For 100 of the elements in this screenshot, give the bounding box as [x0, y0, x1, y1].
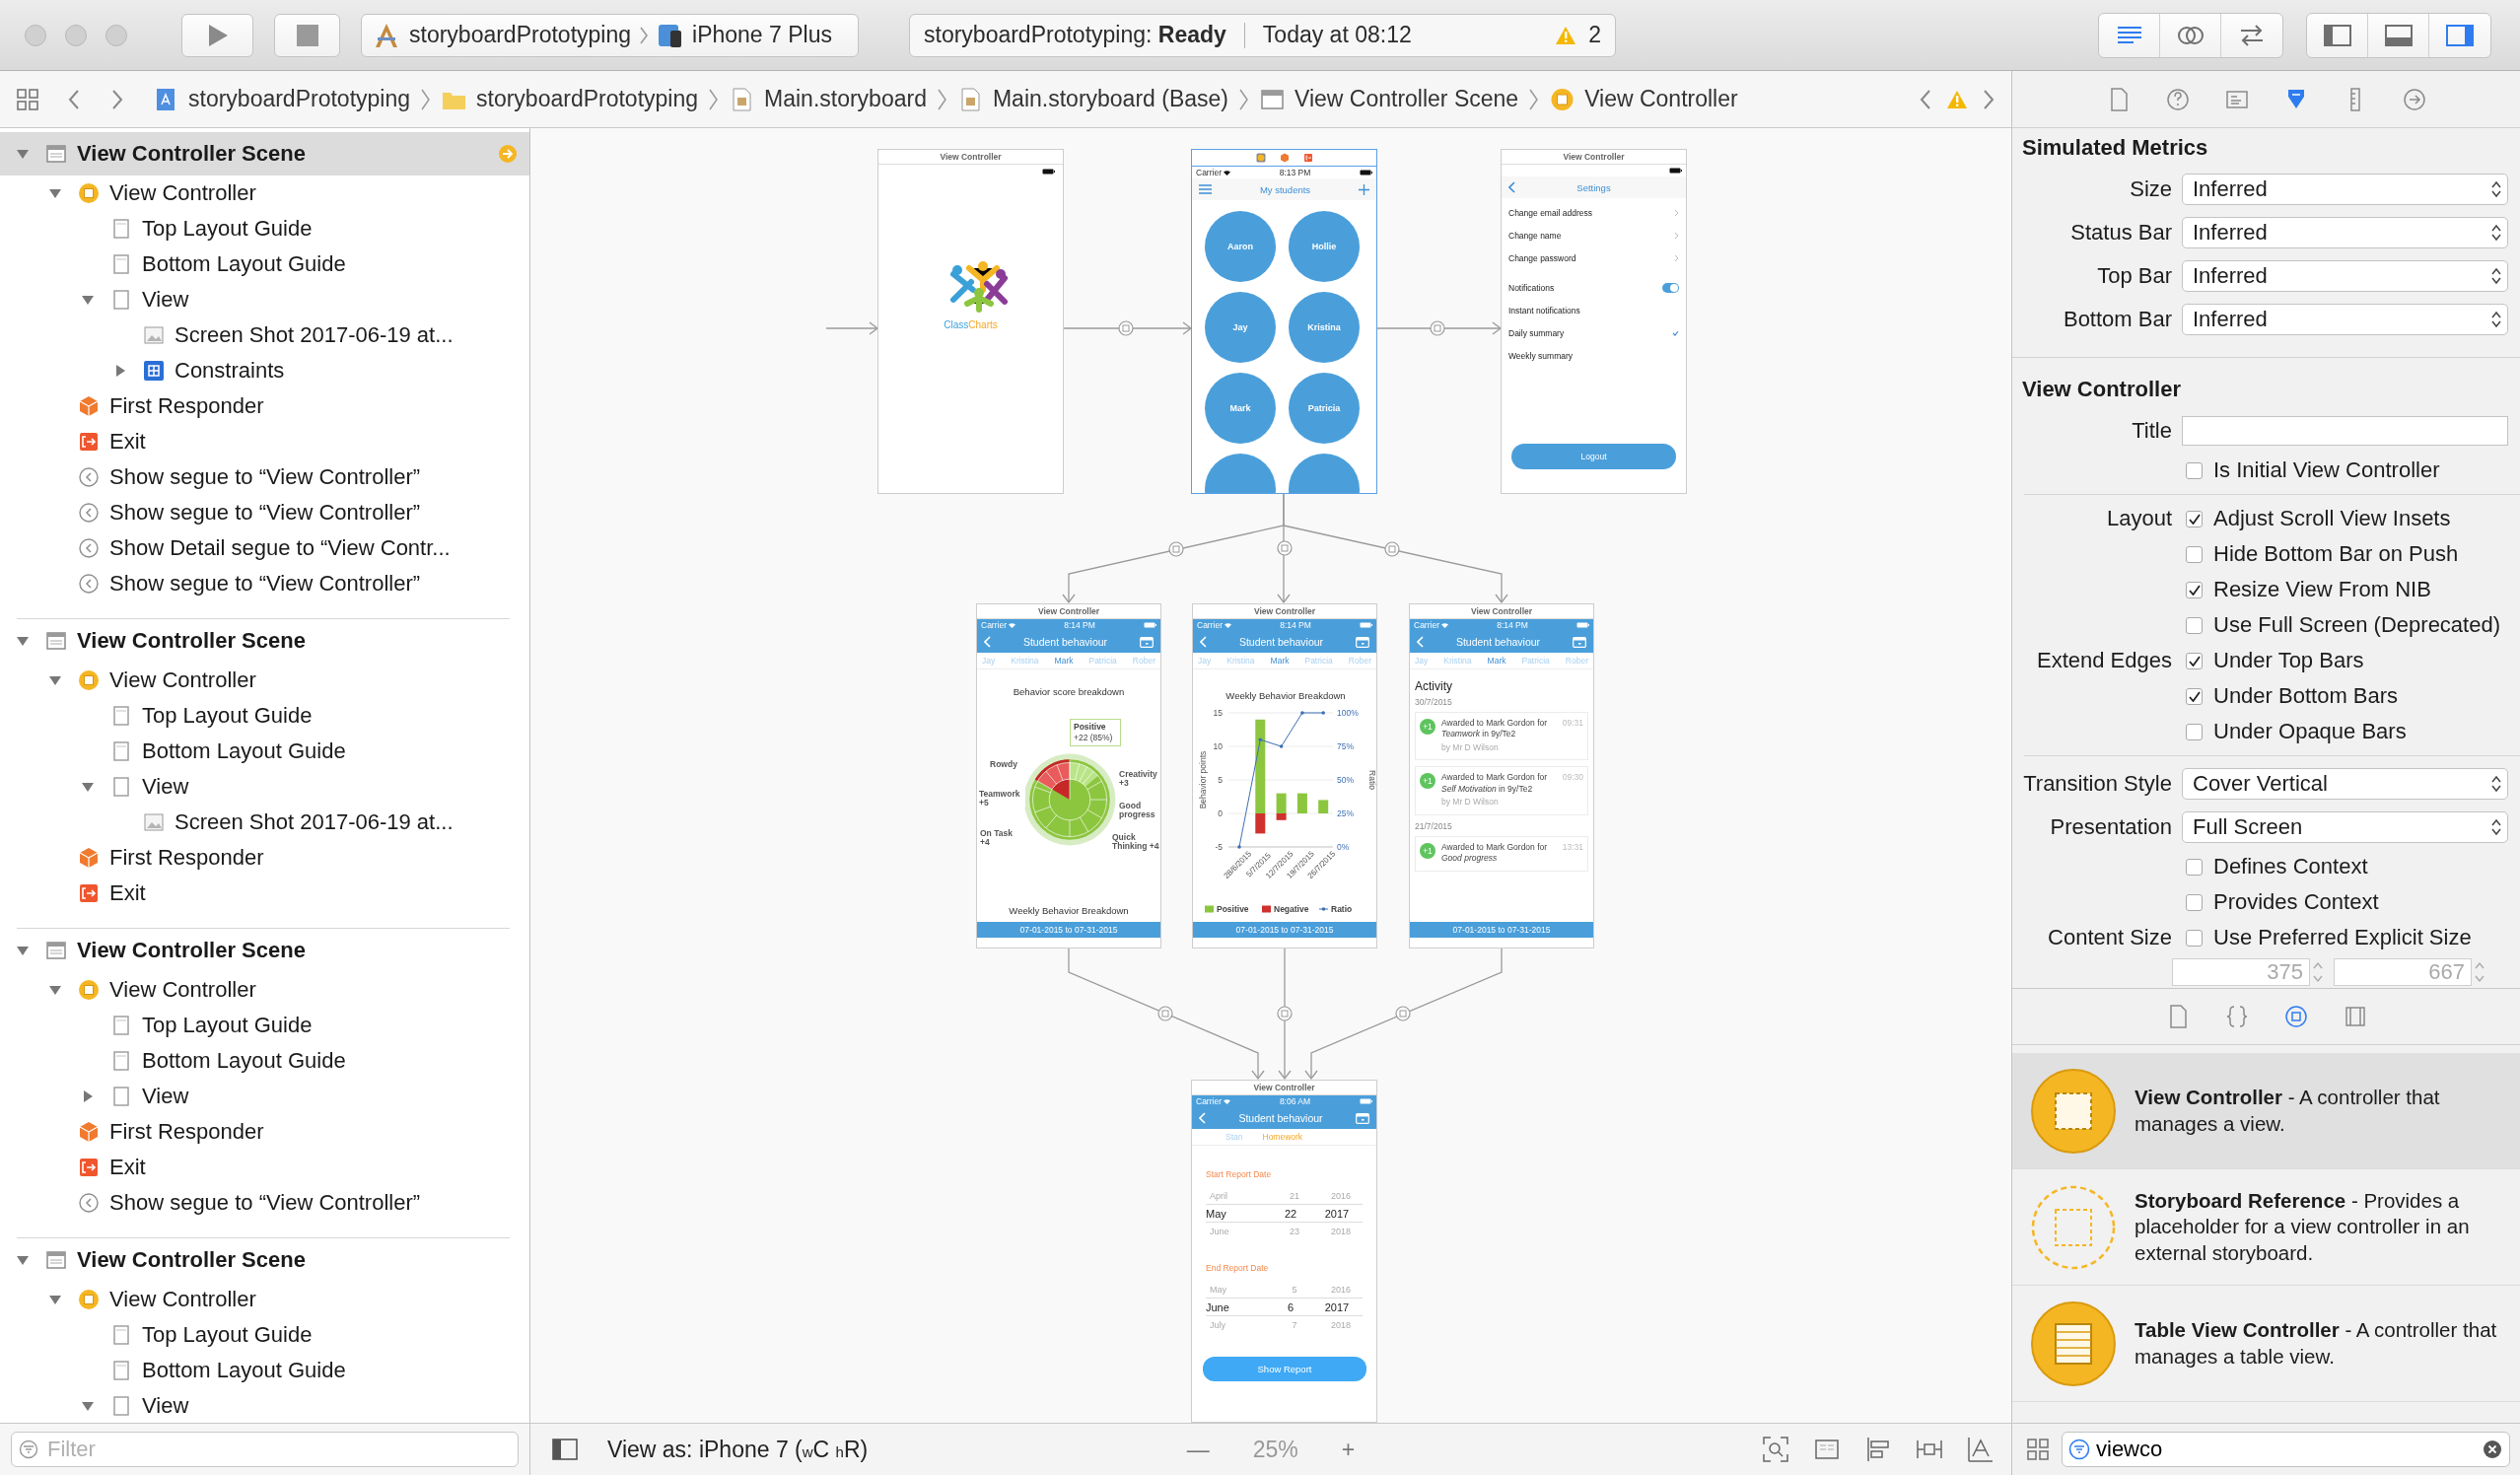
cube-icon[interactable]	[1279, 153, 1290, 163]
checkbox[interactable]	[2186, 545, 2203, 563]
back-icon[interactable]	[67, 88, 81, 110]
disclosure-triangle-icon[interactable]	[16, 147, 30, 161]
view-controller-scene[interactable]	[1409, 603, 1594, 948]
view-controller-scene[interactable]	[1192, 603, 1377, 948]
tree-item[interactable]: View Controller Scene	[0, 929, 529, 972]
grid-view-icon[interactable]	[2026, 1438, 2050, 1461]
view-controller-icon[interactable]	[1255, 153, 1266, 163]
zoom-fit-icon[interactable]	[1763, 1437, 1788, 1462]
tree-item[interactable]: View Controller Scene	[0, 132, 529, 176]
view-controller-scene[interactable]	[976, 603, 1161, 948]
tree-item[interactable]: Show segue to “View Controller”	[0, 566, 529, 601]
tree-item[interactable]: Bottom Layout Guide	[0, 1043, 529, 1079]
clear-icon[interactable]	[2483, 1440, 2502, 1459]
disclosure-triangle-icon[interactable]	[81, 1399, 95, 1413]
tree-item[interactable]: First Responder	[0, 840, 529, 876]
tree-item[interactable]: View Controller Scene	[0, 1238, 529, 1282]
zoom-out-button[interactable]: —	[1182, 1436, 1214, 1463]
disclosure-triangle-icon[interactable]	[48, 1293, 62, 1306]
previous-issue-icon[interactable]	[1919, 88, 1932, 110]
tree-item[interactable]: Show Detail segue to “View Contr...	[0, 530, 529, 566]
segment-tab[interactable]: Mark	[1487, 656, 1506, 666]
tree-item[interactable]: View Controller	[0, 1282, 529, 1317]
path-item[interactable]: View Controller Scene	[1260, 86, 1519, 112]
checkbox[interactable]	[2186, 652, 2203, 669]
checkbox[interactable]	[2186, 929, 2203, 947]
disclosure-triangle-icon[interactable]	[48, 983, 62, 997]
tree-item[interactable]: Exit	[0, 1150, 529, 1185]
tree-item[interactable]: Show segue to “View Controller”	[0, 1185, 529, 1221]
library-item[interactable]: View Controller - A controller that manages a view.	[2012, 1053, 2520, 1169]
path-item[interactable]: storyboardPrototyping	[442, 86, 699, 112]
view-controller-scene[interactable]: View Controller Settings Change email address Change name Change password Notifications Instant notifications Daily summary Weekly summary Logout	[1501, 149, 1687, 494]
segue-icon[interactable]	[1168, 541, 1184, 557]
calendar-icon[interactable]	[1356, 1112, 1369, 1124]
disclosure-triangle-icon[interactable]	[48, 186, 62, 200]
view-controller-scene[interactable]: View Controller ClassCharts	[877, 149, 1064, 494]
path-item[interactable]: Main.storyboard (Base)	[957, 86, 1228, 112]
segment-tab[interactable]: Mark	[1054, 656, 1074, 666]
tree-item[interactable]: Top Layout Guide	[0, 211, 529, 246]
checkbox[interactable]	[2186, 858, 2203, 876]
segue-icon[interactable]	[1118, 320, 1134, 336]
toggle-switch[interactable]	[1662, 282, 1679, 293]
tree-item[interactable]: Screen Shot 2017-06-19 at...	[0, 805, 529, 840]
disclosure-triangle-icon[interactable]	[81, 1089, 95, 1103]
library-search-field[interactable]: viewco	[2062, 1432, 2510, 1467]
checkbox[interactable]	[2186, 616, 2203, 634]
view-controller-scene[interactable]: View Controller Carrier 8:06 AM Student behaviour Stan Homework Start Report Date April 21 2016 May 22 2017 June 23 2018 End Report Date May 5 2016 June 6 2017 July 7 2018 Show Report	[1191, 1080, 1377, 1423]
braces-icon[interactable]	[2224, 1004, 2249, 1029]
tree-item[interactable]: Bottom Layout Guide	[0, 246, 529, 282]
view-controller-scene[interactable]: Carrier 8:13 PM My students Aaron Hollie Jay Kristina Mark Patricia	[1191, 149, 1377, 494]
disclosure-triangle-icon[interactable]	[48, 673, 62, 687]
zoom-in-button[interactable]: +	[1337, 1436, 1360, 1463]
calendar-icon[interactable]	[1573, 636, 1586, 648]
segue-icon[interactable]	[1395, 1006, 1411, 1021]
disclosure-triangle-icon[interactable]	[81, 293, 95, 307]
segue-icon[interactable]	[1430, 320, 1445, 336]
menu-icon[interactable]	[1199, 184, 1212, 194]
warning-icon[interactable]	[1946, 89, 1968, 109]
library-item[interactable]: Table View Controller - A controller that manages a table view.	[2012, 1286, 2520, 1402]
connections-icon[interactable]	[2402, 86, 2426, 112]
disclosure-triangle-icon[interactable]	[113, 364, 127, 378]
popup-button[interactable]: Inferred	[2182, 217, 2508, 248]
tree-item[interactable]: Screen Shot 2017-06-19 at...	[0, 317, 529, 353]
checkbox[interactable]	[2186, 687, 2203, 705]
checkbox[interactable]	[2186, 510, 2203, 527]
embed-icon[interactable]	[1814, 1437, 1840, 1462]
tree-item[interactable]: View Controller Scene	[0, 619, 529, 663]
tree-item[interactable]: Top Layout Guide	[0, 1008, 529, 1043]
segue-icon[interactable]	[1157, 1006, 1173, 1021]
segment-tab[interactable]: Mark	[1270, 656, 1290, 666]
tree-item[interactable]: View Controller	[0, 972, 529, 1008]
checkbox[interactable]	[2186, 893, 2203, 911]
popup-button[interactable]: Full Screen	[2182, 811, 2508, 843]
film-icon[interactable]	[2343, 1004, 2367, 1029]
tree-item[interactable]: Show segue to “View Controller”	[0, 459, 529, 495]
scheme-selector[interactable]: storyboardPrototyping iPhone 7 Plus	[361, 13, 859, 57]
disclosure-triangle-icon[interactable]	[16, 634, 30, 648]
tree-item[interactable]: Bottom Layout Guide	[0, 1353, 529, 1388]
path-item[interactable]: View Controller	[1550, 86, 1738, 112]
segue-icon[interactable]	[1384, 541, 1400, 557]
forward-icon[interactable]	[110, 88, 124, 110]
related-items-icon[interactable]	[16, 87, 39, 111]
checkbox[interactable]	[2186, 723, 2203, 740]
align-icon[interactable]	[1865, 1437, 1891, 1462]
resolve-issues-icon[interactable]	[1968, 1437, 1994, 1462]
checkbox[interactable]	[2186, 581, 2203, 598]
tree-item[interactable]: Exit	[0, 876, 529, 911]
path-item[interactable]: Main.storyboard	[730, 86, 927, 112]
plus-icon[interactable]	[1359, 183, 1369, 195]
tree-item[interactable]: Show segue to “View Controller”	[0, 495, 529, 530]
tree-item[interactable]: First Responder	[0, 388, 529, 424]
disclosure-triangle-icon[interactable]	[16, 944, 30, 957]
title-field[interactable]	[2182, 416, 2508, 446]
calendar-icon[interactable]	[1140, 636, 1154, 648]
tree-item[interactable]: View	[0, 282, 529, 317]
help-icon[interactable]	[2165, 86, 2190, 112]
stop-button[interactable]	[274, 13, 340, 57]
tree-item[interactable]: View Controller	[0, 176, 529, 211]
popup-button[interactable]: Inferred	[2182, 174, 2508, 205]
